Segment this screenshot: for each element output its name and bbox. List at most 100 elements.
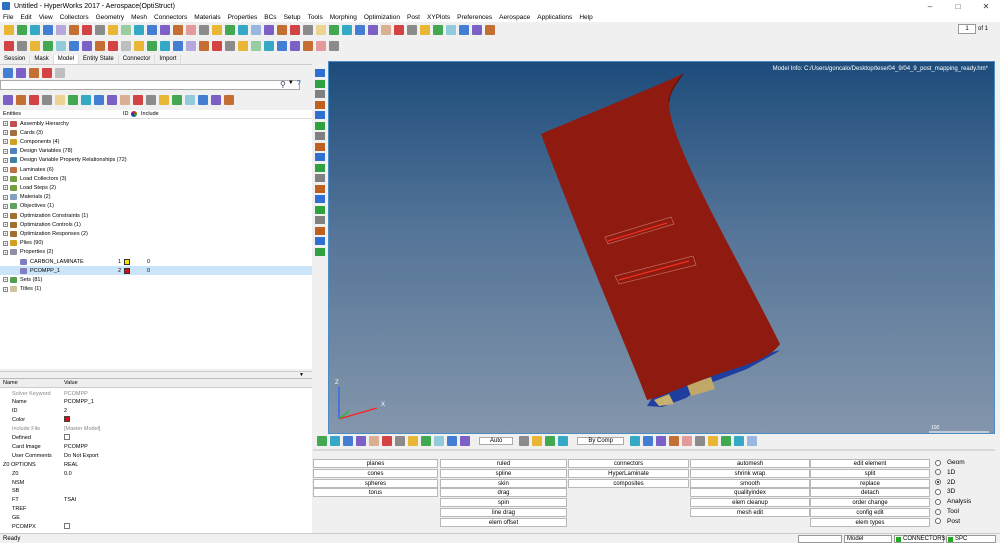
toolbar-tool-icon[interactable] [82, 41, 92, 51]
maximize-button[interactable]: □ [944, 0, 972, 12]
toolbar-tool-icon[interactable] [185, 95, 195, 105]
menu-item[interactable]: Applications [537, 14, 572, 21]
toolbar-tool-icon[interactable] [251, 41, 261, 51]
view-tool-icon[interactable] [315, 142, 325, 151]
toolbar-tool-icon[interactable] [747, 436, 758, 446]
toolbar-tool-icon[interactable] [186, 25, 196, 35]
expand-icon[interactable]: + [3, 203, 8, 209]
toolbar-tool-icon[interactable] [16, 95, 26, 105]
page-number-input[interactable]: 1 [957, 24, 976, 34]
view-tool-icon[interactable] [315, 79, 325, 88]
radio-post[interactable]: Post [935, 518, 960, 525]
toolbar-tool-icon[interactable] [342, 25, 352, 35]
radio-analysis[interactable]: Analysis [935, 498, 971, 505]
expand-icon[interactable]: + [3, 194, 8, 200]
toolbar-tool-icon[interactable] [238, 25, 248, 35]
view-tool-icon[interactable] [315, 174, 325, 182]
toolbar-tool-icon[interactable] [485, 25, 495, 35]
panel-button-torus[interactable]: torus [313, 488, 438, 498]
toolbar-tool-icon[interactable] [329, 41, 339, 51]
panel-button-replace[interactable]: replace [810, 478, 930, 488]
panel-button-skin[interactable]: skin [440, 478, 567, 488]
property-row[interactable]: Defined [0, 434, 312, 443]
radio-circle[interactable] [935, 518, 941, 525]
panel-button-mesh-edit[interactable]: mesh edit [690, 508, 810, 517]
color-swatch[interactable] [124, 258, 130, 265]
help-icon[interactable]: ? [297, 80, 301, 89]
radio-geom[interactable]: Geom [935, 459, 965, 466]
toolbar-tool-icon[interactable] [460, 436, 470, 446]
toolbar-tool-icon[interactable] [238, 41, 248, 51]
view-tool-icon[interactable] [315, 195, 325, 203]
toolbar-tool-icon[interactable] [368, 25, 378, 35]
expand-icon[interactable]: + [3, 240, 8, 246]
toolbar-tool-icon[interactable] [199, 41, 209, 51]
property-value[interactable] [60, 416, 160, 424]
panel-button-planes[interactable]: planes [313, 459, 438, 468]
panel-button-shrink-wrap[interactable]: shrink wrap [690, 468, 810, 478]
property-value[interactable]: 2 [60, 408, 160, 414]
search-input[interactable] [0, 80, 300, 90]
checkbox[interactable] [64, 523, 70, 529]
property-row[interactable]: NSM [0, 478, 312, 487]
tab-connector[interactable]: Connector [119, 55, 156, 64]
property-row[interactable]: TREF [0, 505, 312, 514]
expand-icon[interactable]: + [3, 185, 8, 191]
panel-button-elem-offset[interactable]: elem offset [440, 517, 567, 527]
menu-item[interactable]: XYPlots [427, 14, 450, 21]
minimize-button[interactable]: – [916, 0, 944, 12]
menu-item[interactable]: Setup [284, 14, 301, 21]
toolbar-tool-icon[interactable] [317, 436, 327, 446]
radio-2d[interactable]: 2D [935, 479, 955, 486]
view-tool-icon[interactable] [315, 205, 325, 214]
toolbar-tool-icon[interactable] [682, 436, 693, 446]
panel-button-spin[interactable]: spin [440, 498, 567, 508]
graphics-viewport[interactable]: Model Info: C:/Users/goncalo/Desktop/tes… [328, 61, 995, 434]
property-row[interactable]: Include File [Master Model] [0, 425, 312, 434]
toolbar-tool-icon[interactable] [519, 436, 530, 446]
property-row[interactable]: Color [0, 416, 312, 425]
expand-icon[interactable]: + [3, 222, 8, 228]
tree-item[interactable]: + Load Collectors (3) [0, 174, 312, 183]
toolbar-tool-icon[interactable] [408, 436, 418, 446]
toolbar-tool-icon[interactable] [199, 25, 209, 35]
panel-button-spheres[interactable]: spheres [313, 478, 438, 488]
property-value[interactable]: Do Not Export [60, 453, 160, 459]
toolbar-tool-icon[interactable] [160, 25, 170, 35]
toolbar-tool-icon[interactable] [3, 68, 13, 78]
panel-button-ruled[interactable]: ruled [440, 459, 567, 468]
panel-splitter[interactable]: ▼ [0, 371, 312, 378]
view-tool-icon[interactable] [315, 132, 325, 140]
property-row[interactable]: Z0 OPTIONS REAL [0, 460, 312, 469]
toolbar-tool-icon[interactable] [532, 436, 543, 446]
toolbar-tool-icon[interactable] [316, 25, 326, 35]
panel-button-elem-cleanup[interactable]: elem cleanup [690, 498, 810, 508]
tree-item[interactable]: + Sets (81) [0, 275, 312, 284]
property-value[interactable] [60, 434, 160, 442]
radio-1d[interactable]: 1D [935, 469, 955, 476]
toolbar-tool-icon[interactable] [356, 436, 366, 446]
radio-circle[interactable] [935, 459, 941, 466]
toolbar-tool-icon[interactable] [669, 436, 680, 446]
toolbar-tool-icon[interactable] [107, 95, 117, 105]
toolbar-tool-icon[interactable] [29, 95, 39, 105]
toolbar-tool-icon[interactable] [343, 436, 353, 446]
menu-item[interactable]: Geometry [96, 14, 125, 21]
toolbar-tool-icon[interactable] [108, 25, 118, 35]
toolbar-tool-icon[interactable] [95, 25, 105, 35]
toolbar-tool-icon[interactable] [3, 95, 13, 105]
panel-button-hyperlaminate[interactable]: HyperLaminate [568, 468, 689, 478]
toolbar-tool-icon[interactable] [407, 25, 417, 35]
toolbar-tool-icon[interactable] [251, 25, 261, 35]
toolbar-tool-icon[interactable] [43, 41, 53, 51]
toolbar-tool-icon[interactable] [212, 41, 222, 51]
toolbar-tool-icon[interactable] [172, 95, 182, 105]
view-tool-icon[interactable] [315, 226, 325, 235]
tree-item[interactable]: + Assembly Hierarchy [0, 119, 312, 128]
view-tool-icon[interactable] [315, 247, 325, 256]
search-icon[interactable]: ⚲ [280, 80, 286, 89]
property-value[interactable]: TSAI [60, 497, 160, 503]
property-row[interactable]: PCOMPX [0, 523, 312, 532]
toolbar-tool-icon[interactable] [277, 41, 287, 51]
view-tool-icon[interactable] [315, 153, 325, 161]
